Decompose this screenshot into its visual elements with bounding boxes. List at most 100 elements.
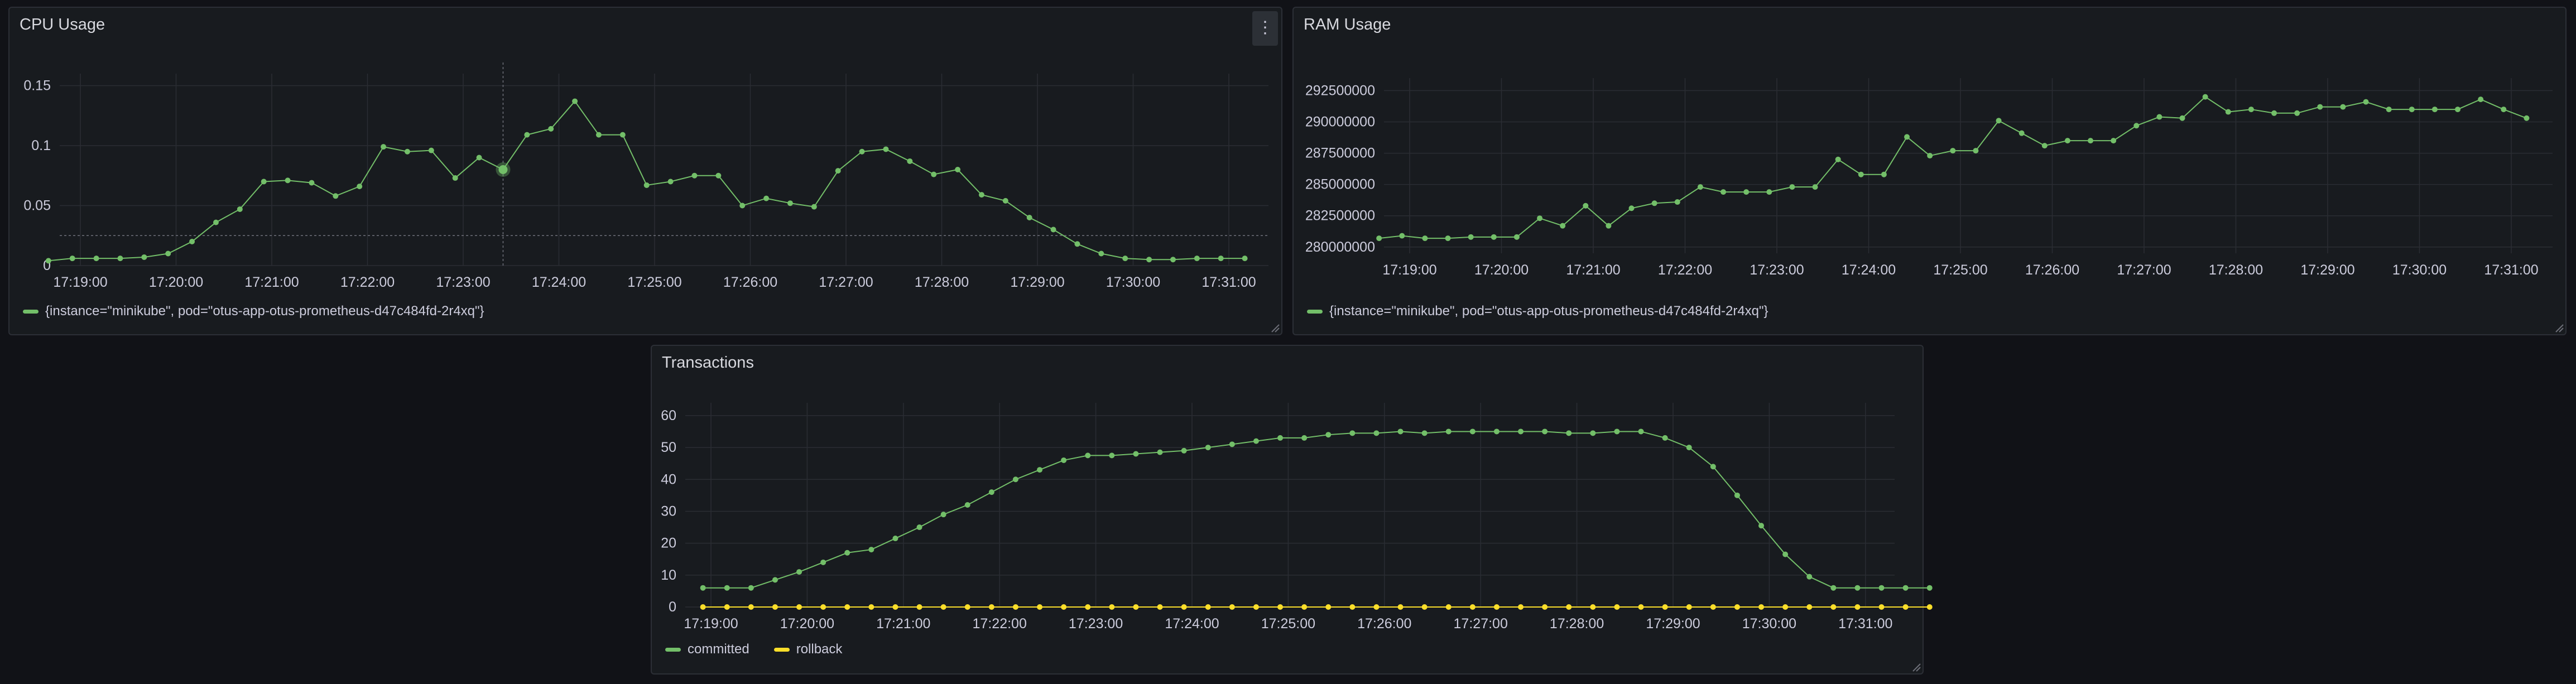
data-point bbox=[748, 604, 754, 610]
transactions-chart[interactable]: 0 10 20 30 40 50 60 17:19:00 17:20:00 17:21:00 17:… bbox=[652, 346, 1933, 676]
data-point bbox=[1026, 215, 1032, 220]
hover-point bbox=[498, 165, 508, 174]
chart-legend: {instance="minikube", pod="otus-app-otus… bbox=[23, 304, 501, 319]
data-point bbox=[1782, 551, 1789, 557]
data-point bbox=[1133, 604, 1139, 610]
data-point bbox=[1566, 430, 1572, 436]
x-tick-label: 17:31:00 bbox=[2484, 262, 2538, 278]
data-point bbox=[2179, 115, 2185, 121]
x-tick-label: 17:26:00 bbox=[2025, 262, 2079, 278]
x-tick-label: 17:24:00 bbox=[532, 274, 586, 290]
data-point bbox=[844, 550, 850, 556]
data-point bbox=[643, 182, 650, 188]
x-tick-label: 17:29:00 bbox=[1646, 616, 1700, 632]
data-point bbox=[955, 167, 961, 172]
data-point bbox=[1194, 256, 1200, 262]
data-point bbox=[1697, 184, 1703, 190]
data-point bbox=[1560, 223, 1566, 229]
data-point bbox=[916, 524, 922, 531]
data-point bbox=[2041, 143, 2048, 149]
y-tick-label: 0.15 bbox=[23, 78, 51, 94]
data-point bbox=[1422, 235, 1428, 242]
data-point bbox=[1376, 235, 1382, 242]
data-point bbox=[2111, 138, 2117, 144]
x-tick-label: 17:20:00 bbox=[1474, 262, 1529, 278]
y-tick-label: 0 bbox=[669, 599, 676, 615]
data-point bbox=[1537, 215, 1543, 221]
data-point bbox=[1996, 118, 2002, 124]
data-point bbox=[1606, 223, 1612, 229]
data-point bbox=[1122, 256, 1128, 262]
resize-handle-icon[interactable] bbox=[1270, 322, 1280, 333]
data-point bbox=[916, 604, 922, 610]
data-point bbox=[2018, 130, 2025, 136]
data-point bbox=[2431, 107, 2438, 113]
ram-usage-panel: RAM Usage 280000000 282500000 285000000 287… bbox=[1292, 7, 2567, 335]
resize-handle-icon[interactable] bbox=[1911, 662, 1921, 672]
x-tick-label: 17:23:00 bbox=[436, 274, 490, 290]
series-line-0 bbox=[703, 431, 1930, 589]
data-point bbox=[1109, 604, 1115, 610]
data-point bbox=[1806, 604, 1813, 610]
x-tick-label: 17:22:00 bbox=[973, 616, 1027, 632]
data-point bbox=[835, 168, 841, 174]
data-point bbox=[1950, 148, 1956, 154]
resize-handle-icon[interactable] bbox=[2554, 322, 2564, 333]
data-point bbox=[1638, 604, 1644, 610]
data-point bbox=[1157, 604, 1163, 610]
legend-label: {instance="minikube", pod="otus-app-otus… bbox=[1329, 304, 1768, 319]
data-point bbox=[763, 195, 770, 201]
x-tick-label: 17:24:00 bbox=[1842, 262, 1896, 278]
data-point bbox=[1012, 476, 1018, 483]
data-point bbox=[691, 172, 698, 179]
ram-usage-chart[interactable]: 280000000 282500000 285000000 287500000 2900… bbox=[1294, 8, 2568, 336]
data-point bbox=[1973, 148, 1979, 154]
data-point bbox=[2294, 110, 2300, 116]
data-point bbox=[213, 219, 219, 225]
data-point bbox=[1050, 227, 1056, 233]
data-point bbox=[1061, 604, 1067, 610]
data-point bbox=[2501, 107, 2507, 113]
data-point bbox=[1098, 251, 1104, 257]
x-tick-label: 17:30:00 bbox=[2392, 262, 2447, 278]
data-point bbox=[748, 585, 754, 591]
data-point bbox=[2340, 104, 2346, 110]
data-point bbox=[1277, 435, 1284, 441]
cpu-usage-chart[interactable]: 00.050.10.1517:19:00 17:20:00 17:21:00 17:2… bbox=[9, 8, 1284, 336]
y-tick-label: 285000000 bbox=[1305, 177, 1375, 192]
legend-item-committed[interactable]: committed bbox=[665, 642, 749, 657]
data-point bbox=[1493, 604, 1500, 610]
data-point bbox=[1904, 134, 1910, 140]
data-point bbox=[619, 132, 626, 138]
data-point bbox=[2202, 94, 2208, 100]
data-point bbox=[2455, 107, 2461, 113]
x-tick-label: 17:21:00 bbox=[244, 274, 299, 290]
data-point bbox=[931, 171, 937, 177]
data-point bbox=[1854, 585, 1861, 591]
data-point bbox=[2064, 138, 2070, 144]
data-point bbox=[237, 206, 243, 212]
data-point bbox=[1133, 451, 1139, 457]
data-point bbox=[1205, 604, 1211, 610]
chart-legend: committed rollback bbox=[665, 642, 859, 657]
legend-item[interactable]: {instance="minikube", pod="otus-app-otus… bbox=[23, 304, 484, 319]
data-point bbox=[1902, 585, 1909, 591]
data-point bbox=[1493, 428, 1500, 435]
data-point bbox=[1782, 604, 1789, 610]
y-tick-label: 30 bbox=[661, 503, 676, 519]
legend-item[interactable]: {instance="minikube", pod="otus-app-otus… bbox=[1307, 304, 1768, 319]
data-point bbox=[1277, 604, 1284, 610]
data-point bbox=[548, 126, 554, 132]
chart-legend: {instance="minikube", pod="otus-app-otus… bbox=[1307, 304, 1785, 319]
data-point bbox=[1242, 256, 1248, 262]
data-point bbox=[1806, 574, 1813, 580]
data-point bbox=[2409, 107, 2415, 113]
data-point bbox=[1229, 604, 1235, 610]
x-tick-label: 17:24:00 bbox=[1165, 616, 1219, 632]
data-point bbox=[141, 254, 147, 260]
series-line-0 bbox=[1379, 96, 2527, 239]
data-point bbox=[868, 547, 874, 553]
legend-label: committed bbox=[688, 642, 749, 657]
data-point bbox=[1926, 585, 1933, 591]
legend-item-rollback[interactable]: rollback bbox=[773, 642, 842, 657]
